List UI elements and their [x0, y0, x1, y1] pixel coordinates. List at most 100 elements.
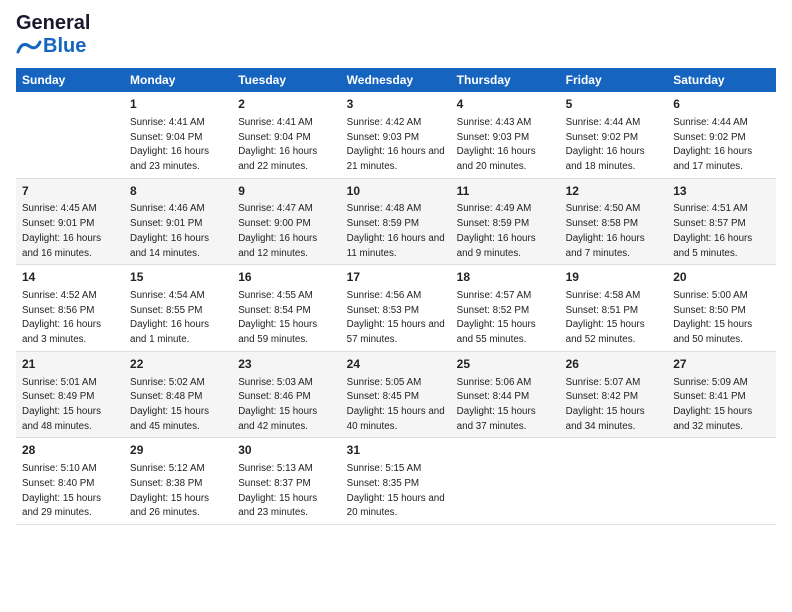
calendar-cell: 29 Sunrise: 5:12 AMSunset: 8:38 PMDaylig… — [124, 438, 232, 525]
calendar-cell: 25 Sunrise: 5:06 AMSunset: 8:44 PMDaylig… — [451, 351, 560, 438]
logo-full: General Blue — [16, 12, 90, 58]
sunrise-text: Sunrise: 5:12 AMSunset: 8:38 PMDaylight:… — [130, 463, 209, 518]
logo-blue-row: Blue — [16, 35, 90, 58]
sunrise-text: Sunrise: 4:48 AMSunset: 8:59 PMDaylight:… — [347, 203, 445, 258]
page-container: General Blue Sunday Monday Tuesday Wedne… — [0, 0, 792, 533]
calendar-cell — [16, 92, 124, 178]
col-wednesday: Wednesday — [341, 68, 451, 92]
day-number: 4 — [457, 96, 554, 113]
calendar-cell: 6 Sunrise: 4:44 AMSunset: 9:02 PMDayligh… — [667, 92, 776, 178]
day-number: 23 — [238, 356, 334, 373]
day-number: 7 — [22, 183, 118, 200]
day-number: 9 — [238, 183, 334, 200]
sunrise-text: Sunrise: 4:51 AMSunset: 8:57 PMDaylight:… — [673, 203, 752, 258]
day-number: 29 — [130, 442, 226, 459]
sunrise-text: Sunrise: 4:49 AMSunset: 8:59 PMDaylight:… — [457, 203, 536, 258]
sunrise-text: Sunrise: 5:02 AMSunset: 8:48 PMDaylight:… — [130, 377, 209, 432]
calendar-cell: 20 Sunrise: 5:00 AMSunset: 8:50 PMDaylig… — [667, 265, 776, 352]
col-tuesday: Tuesday — [232, 68, 340, 92]
calendar-cell: 22 Sunrise: 5:02 AMSunset: 8:48 PMDaylig… — [124, 351, 232, 438]
day-number: 25 — [457, 356, 554, 373]
day-number: 1 — [130, 96, 226, 113]
sunrise-text: Sunrise: 4:57 AMSunset: 8:52 PMDaylight:… — [457, 290, 536, 345]
calendar-cell — [451, 438, 560, 525]
calendar-cell: 4 Sunrise: 4:43 AMSunset: 9:03 PMDayligh… — [451, 92, 560, 178]
calendar-cell: 15 Sunrise: 4:54 AMSunset: 8:55 PMDaylig… — [124, 265, 232, 352]
sunrise-text: Sunrise: 5:07 AMSunset: 8:42 PMDaylight:… — [566, 377, 645, 432]
calendar-week-row: 21 Sunrise: 5:01 AMSunset: 8:49 PMDaylig… — [16, 351, 776, 438]
sunrise-text: Sunrise: 5:03 AMSunset: 8:46 PMDaylight:… — [238, 377, 317, 432]
calendar-week-row: 1 Sunrise: 4:41 AMSunset: 9:04 PMDayligh… — [16, 92, 776, 178]
day-number: 30 — [238, 442, 334, 459]
logo-combined: General Blue — [16, 12, 90, 58]
day-number: 12 — [566, 183, 662, 200]
calendar-cell: 16 Sunrise: 4:55 AMSunset: 8:54 PMDaylig… — [232, 265, 340, 352]
calendar-cell: 27 Sunrise: 5:09 AMSunset: 8:41 PMDaylig… — [667, 351, 776, 438]
calendar-cell: 3 Sunrise: 4:42 AMSunset: 9:03 PMDayligh… — [341, 92, 451, 178]
calendar-cell: 12 Sunrise: 4:50 AMSunset: 8:58 PMDaylig… — [560, 178, 668, 265]
sunrise-text: Sunrise: 4:44 AMSunset: 9:02 PMDaylight:… — [673, 117, 752, 172]
calendar-header-row: Sunday Monday Tuesday Wednesday Thursday… — [16, 68, 776, 92]
calendar-cell: 24 Sunrise: 5:05 AMSunset: 8:45 PMDaylig… — [341, 351, 451, 438]
day-number: 14 — [22, 269, 118, 286]
calendar-cell: 9 Sunrise: 4:47 AMSunset: 9:00 PMDayligh… — [232, 178, 340, 265]
sunrise-text: Sunrise: 5:05 AMSunset: 8:45 PMDaylight:… — [347, 377, 445, 432]
sunrise-text: Sunrise: 5:09 AMSunset: 8:41 PMDaylight:… — [673, 377, 752, 432]
sunrise-text: Sunrise: 5:00 AMSunset: 8:50 PMDaylight:… — [673, 290, 752, 345]
calendar-cell: 2 Sunrise: 4:41 AMSunset: 9:04 PMDayligh… — [232, 92, 340, 178]
calendar-cell: 13 Sunrise: 4:51 AMSunset: 8:57 PMDaylig… — [667, 178, 776, 265]
day-number: 18 — [457, 269, 554, 286]
calendar-cell: 17 Sunrise: 4:56 AMSunset: 8:53 PMDaylig… — [341, 265, 451, 352]
sunrise-text: Sunrise: 4:43 AMSunset: 9:03 PMDaylight:… — [457, 117, 536, 172]
day-number: 6 — [673, 96, 770, 113]
sunrise-text: Sunrise: 4:54 AMSunset: 8:55 PMDaylight:… — [130, 290, 209, 345]
day-number: 3 — [347, 96, 445, 113]
calendar-week-row: 7 Sunrise: 4:45 AMSunset: 9:01 PMDayligh… — [16, 178, 776, 265]
col-thursday: Thursday — [451, 68, 560, 92]
calendar-week-row: 14 Sunrise: 4:52 AMSunset: 8:56 PMDaylig… — [16, 265, 776, 352]
calendar-table: Sunday Monday Tuesday Wednesday Thursday… — [16, 68, 776, 525]
sunrise-text: Sunrise: 4:50 AMSunset: 8:58 PMDaylight:… — [566, 203, 645, 258]
calendar-cell: 14 Sunrise: 4:52 AMSunset: 8:56 PMDaylig… — [16, 265, 124, 352]
calendar-cell: 26 Sunrise: 5:07 AMSunset: 8:42 PMDaylig… — [560, 351, 668, 438]
day-number: 15 — [130, 269, 226, 286]
col-monday: Monday — [124, 68, 232, 92]
sunrise-text: Sunrise: 4:41 AMSunset: 9:04 PMDaylight:… — [130, 117, 209, 172]
sunrise-text: Sunrise: 4:42 AMSunset: 9:03 PMDaylight:… — [347, 117, 445, 172]
sunrise-text: Sunrise: 4:47 AMSunset: 9:00 PMDaylight:… — [238, 203, 317, 258]
day-number: 28 — [22, 442, 118, 459]
day-number: 10 — [347, 183, 445, 200]
calendar-cell: 31 Sunrise: 5:15 AMSunset: 8:35 PMDaylig… — [341, 438, 451, 525]
sunrise-text: Sunrise: 5:06 AMSunset: 8:44 PMDaylight:… — [457, 377, 536, 432]
day-number: 8 — [130, 183, 226, 200]
day-number: 22 — [130, 356, 226, 373]
sunrise-text: Sunrise: 4:45 AMSunset: 9:01 PMDaylight:… — [22, 203, 101, 258]
header-row: General Blue — [16, 12, 776, 58]
day-number: 2 — [238, 96, 334, 113]
sunrise-text: Sunrise: 5:01 AMSunset: 8:49 PMDaylight:… — [22, 377, 101, 432]
sunrise-text: Sunrise: 4:56 AMSunset: 8:53 PMDaylight:… — [347, 290, 445, 345]
calendar-cell — [667, 438, 776, 525]
sunrise-text: Sunrise: 4:58 AMSunset: 8:51 PMDaylight:… — [566, 290, 645, 345]
day-number: 17 — [347, 269, 445, 286]
calendar-week-row: 28 Sunrise: 5:10 AMSunset: 8:40 PMDaylig… — [16, 438, 776, 525]
day-number: 27 — [673, 356, 770, 373]
day-number: 19 — [566, 269, 662, 286]
sunrise-text: Sunrise: 4:52 AMSunset: 8:56 PMDaylight:… — [22, 290, 101, 345]
col-saturday: Saturday — [667, 68, 776, 92]
day-number: 5 — [566, 96, 662, 113]
sunrise-text: Sunrise: 4:55 AMSunset: 8:54 PMDaylight:… — [238, 290, 317, 345]
col-sunday: Sunday — [16, 68, 124, 92]
sunrise-text: Sunrise: 5:10 AMSunset: 8:40 PMDaylight:… — [22, 463, 101, 518]
calendar-cell: 10 Sunrise: 4:48 AMSunset: 8:59 PMDaylig… — [341, 178, 451, 265]
day-number: 20 — [673, 269, 770, 286]
day-number: 13 — [673, 183, 770, 200]
calendar-cell: 23 Sunrise: 5:03 AMSunset: 8:46 PMDaylig… — [232, 351, 340, 438]
day-number: 21 — [22, 356, 118, 373]
calendar-cell: 18 Sunrise: 4:57 AMSunset: 8:52 PMDaylig… — [451, 265, 560, 352]
col-friday: Friday — [560, 68, 668, 92]
logo-wave-svg — [16, 39, 42, 55]
sunrise-text: Sunrise: 4:41 AMSunset: 9:04 PMDaylight:… — [238, 117, 317, 172]
sunrise-text: Sunrise: 4:44 AMSunset: 9:02 PMDaylight:… — [566, 117, 645, 172]
day-number: 24 — [347, 356, 445, 373]
